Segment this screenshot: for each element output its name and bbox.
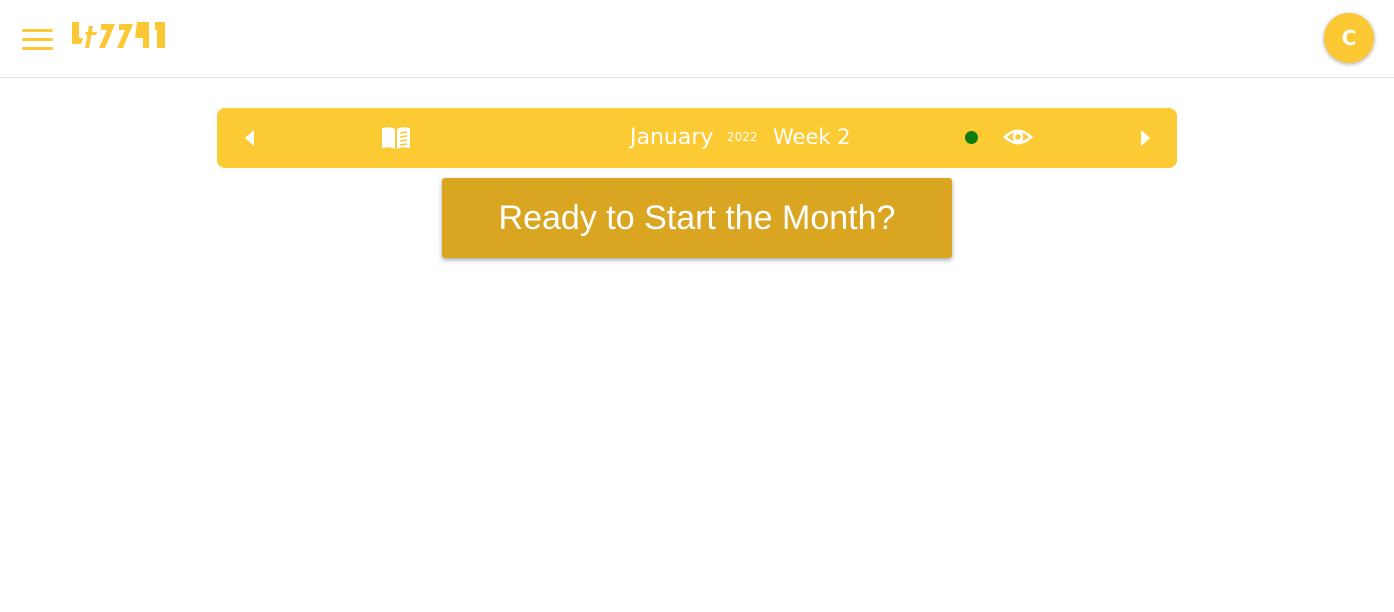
status-indicator: [965, 131, 978, 144]
week-navigation-bar: January 2022 Week 2: [217, 108, 1177, 168]
eye-icon[interactable]: [1003, 124, 1033, 150]
user-avatar[interactable]: C: [1324, 13, 1374, 63]
chevron-right-icon[interactable]: [1132, 126, 1156, 150]
week-label: Week 2: [773, 125, 851, 149]
chevron-left-icon[interactable]: [239, 126, 263, 150]
top-app-bar: C: [0, 0, 1394, 78]
start-month-button[interactable]: Ready to Start the Month?: [442, 178, 952, 258]
avatar-initial: C: [1341, 26, 1357, 50]
book-icon[interactable]: [380, 125, 412, 151]
app-logo[interactable]: [71, 20, 167, 50]
month-label: January: [630, 125, 714, 150]
hamburger-menu-icon[interactable]: [22, 27, 54, 51]
year-label: 2022: [727, 130, 758, 144]
